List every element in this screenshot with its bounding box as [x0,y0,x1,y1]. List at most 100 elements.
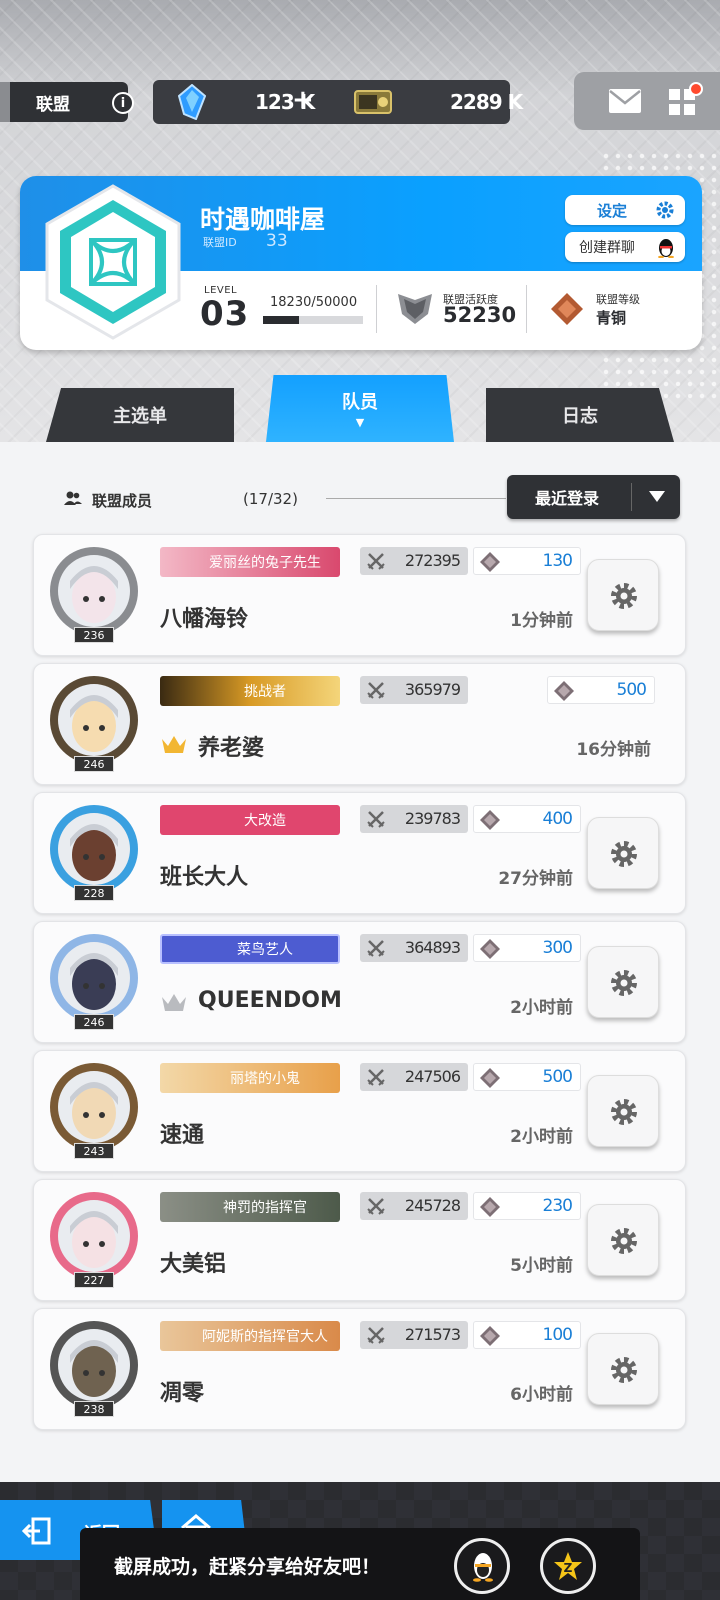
title-badge-label: 菜鸟艺人 [237,942,293,958]
toast-text: 截屏成功，赶紧分享给好友吧！ [114,1556,381,1578]
add-gems-button[interactable]: + [292,85,314,115]
tab-main-menu[interactable]: 主选单 [46,388,234,442]
contribution-value: 500 [616,680,647,700]
title-badge: 挑战者 [160,676,340,706]
contribution-value: 300 [542,938,573,958]
mail-icon[interactable] [608,88,642,114]
member-row[interactable]: 228 大改造 239783 400 班长大人 27分钟前 [33,792,686,914]
exit-icon [22,1517,51,1545]
rank-value: 青铜 [596,309,627,327]
member-name: 养老婆 [198,736,265,761]
rank-label: 联盟等级 [596,293,640,306]
avatar[interactable]: 243 [46,1061,142,1159]
contribution: 130 [473,547,581,575]
combat-power-value: 247506 [404,1067,461,1086]
top-right-panel [574,72,720,130]
member-name: 班长大人 [160,865,249,890]
member-name: 八幡海铃 [160,607,249,632]
activity-shield-icon [398,294,432,324]
contribution: 300 [473,934,581,962]
screenshot-toast: 截屏成功，赶紧分享给好友吧！ Z [80,1528,640,1600]
contribution-diamond-icon [480,1197,500,1217]
avatar-level: 246 [74,756,114,772]
crossed-swords-icon [367,811,385,828]
sort-dropdown[interactable]: 最近登录 [507,475,680,519]
gear-icon [611,970,637,996]
gear-icon [611,583,637,609]
member-manage-button[interactable] [587,1204,659,1276]
member-row[interactable]: 246 菜鸟艺人 364893 300 QUEENDOM 2小时前 [33,921,686,1043]
credits-value: 2289 K [450,90,523,114]
alliance-tab[interactable]: 联盟 [0,82,128,122]
combat-power: 245728 [360,1192,468,1220]
tab-log-label: 日志 [562,406,598,427]
member-row[interactable]: 236 爱丽丝的兔子先生 272395 130 八幡海铃 1分钟前 [33,534,686,656]
share-qq-button[interactable] [454,1538,510,1594]
share-qzone-button[interactable]: Z [540,1538,596,1594]
member-manage-button[interactable] [587,946,659,1018]
gear-icon [656,201,674,219]
member-row[interactable]: 238 阿妮斯的指挥官大人 271573 100 凋零 6小时前 [33,1308,686,1430]
last-login-time: 27分钟前 [498,869,573,889]
create-group-chat-label: 创建群聊 [579,240,635,256]
combat-power-value: 271573 [404,1325,461,1344]
avatar-level: 238 [74,1401,114,1417]
combat-power: 247506 [360,1063,468,1091]
avatar-level: 228 [74,885,114,901]
contribution-diamond-icon [480,1326,500,1346]
crossed-swords-icon [367,682,385,699]
members-icon [64,491,82,505]
combat-power-value: 245728 [404,1196,461,1215]
title-badge-label: 爱丽丝的兔子先生 [209,555,321,571]
sort-dropdown-label: 最近登录 [535,489,600,508]
divider [376,285,377,333]
title-badge-label: 阿妮斯的指挥官大人 [202,1329,328,1345]
divider [526,285,527,333]
tab-members[interactable]: 队员 ▼ [266,375,454,442]
settings-button[interactable]: 设定 [565,195,685,225]
member-name: 速通 [160,1123,205,1148]
svg-text:Z: Z [564,1561,573,1575]
avatar[interactable]: 236 [46,545,142,643]
gear-icon [611,841,637,867]
contribution-value: 130 [542,551,573,571]
last-login-time: 16分钟前 [576,740,651,760]
alliance-emblem-icon [45,184,181,340]
info-icon[interactable]: i [112,92,134,114]
last-login-time: 2小时前 [510,998,573,1018]
contribution: 230 [473,1192,581,1220]
combat-power: 272395 [360,547,468,575]
crossed-swords-icon [367,1327,385,1344]
avatar[interactable]: 246 [46,932,142,1030]
member-manage-button[interactable] [587,1075,659,1147]
contribution-diamond-icon [480,810,500,830]
member-row[interactable]: 227 神罚的指挥官 245728 230 大美铝 5小时前 [33,1179,686,1301]
member-row[interactable]: 246 挑战者 365979 500 养老婆 16分钟前 [33,663,686,785]
gem-icon [178,84,206,120]
crossed-swords-icon [367,1198,385,1215]
contribution-value: 230 [542,1196,573,1216]
alliance-id-value: 33 [266,231,288,251]
title-badge: 大改造 [160,805,340,835]
member-manage-button[interactable] [587,1333,659,1405]
caret-down-icon: ▼ [355,416,365,429]
exp-progress-bar [263,316,363,324]
avatar-level: 227 [74,1272,114,1288]
tab-log[interactable]: 日志 [486,388,674,442]
avatar[interactable]: 238 [46,1319,142,1417]
crossed-swords-icon [367,940,385,957]
create-group-chat-button[interactable]: 创建群聊 [565,232,685,262]
member-row[interactable]: 243 丽塔的小鬼 247506 500 速通 2小时前 [33,1050,686,1172]
avatar[interactable]: 246 [46,674,142,772]
title-badge-label: 挑战者 [244,684,286,700]
crown-silver-icon [162,994,186,1011]
avatar[interactable]: 227 [46,1190,142,1288]
title-badge: 菜鸟艺人 [160,934,340,964]
members-label: 联盟成员 [92,492,153,510]
member-manage-button[interactable] [587,817,659,889]
title-badge-label: 神罚的指挥官 [223,1200,307,1216]
contribution-diamond-icon [554,681,574,701]
contribution-diamond-icon [480,1068,500,1088]
member-manage-button[interactable] [587,559,659,631]
avatar[interactable]: 228 [46,803,142,901]
